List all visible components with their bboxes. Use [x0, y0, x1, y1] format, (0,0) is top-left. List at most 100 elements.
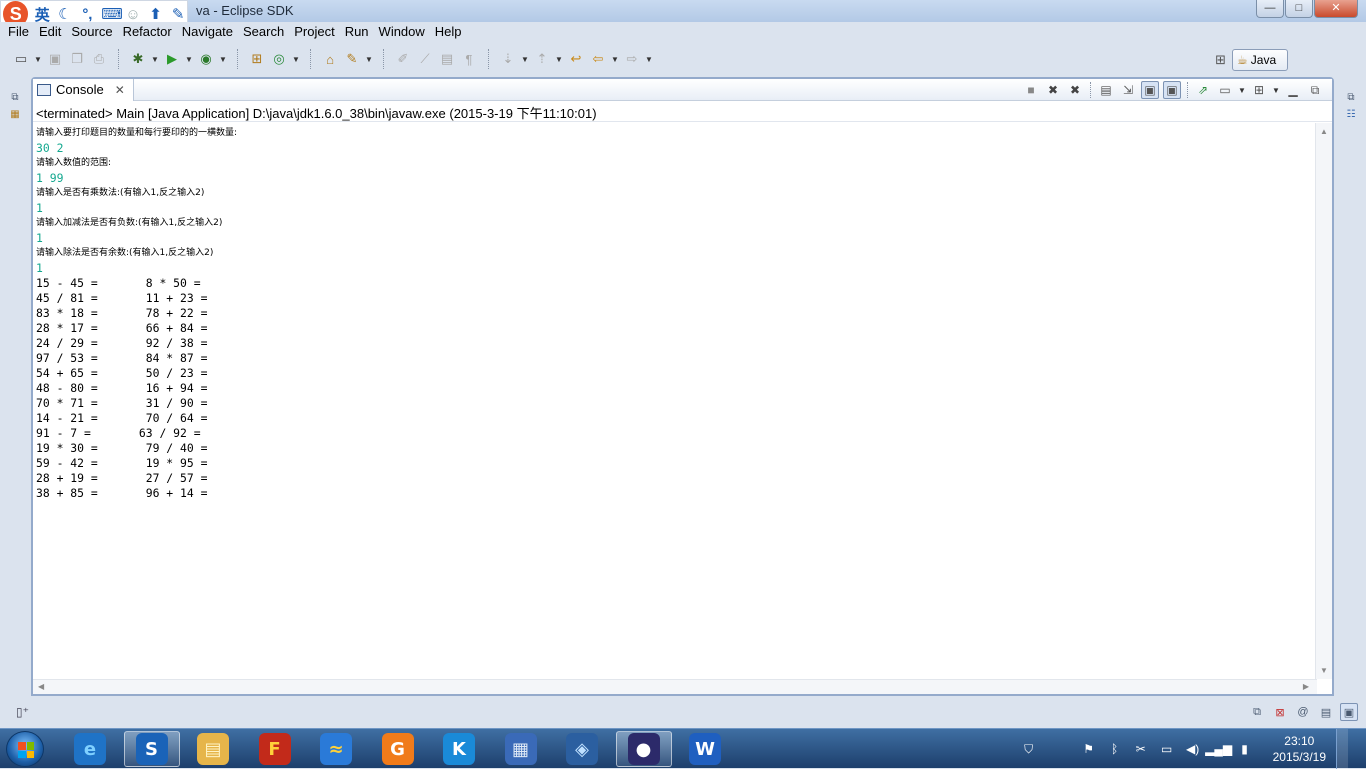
save-all-icon[interactable]: ❐ — [68, 50, 86, 68]
show-on-stdout-icon[interactable]: ▣ — [1141, 81, 1159, 99]
monitor-icon[interactable]: ▭ — [1159, 741, 1175, 757]
taskbar-app-kugou[interactable]: K — [431, 731, 487, 767]
display-console-dropdown[interactable]: ▼ — [1238, 86, 1246, 95]
javadoc-icon[interactable]: @ — [1294, 703, 1312, 721]
battery-icon[interactable]: ▮ — [1237, 741, 1253, 757]
horizontal-scrollbar[interactable]: ◀ ▶ — [33, 679, 1317, 694]
search-dropdown[interactable]: ▼ — [365, 55, 373, 64]
user-icon[interactable]: ☺ — [124, 6, 142, 23]
print-icon[interactable]: ⎙ — [90, 50, 108, 68]
remove-launch-icon[interactable]: ✖ — [1044, 81, 1062, 99]
java-perspective-button[interactable]: ☕ Java — [1232, 49, 1288, 71]
clock[interactable]: 23:10 2015/3/19 — [1273, 733, 1326, 765]
debug-icon[interactable]: ✱ — [129, 50, 147, 68]
restore-icon[interactable]: ⧉ — [1248, 703, 1266, 721]
back-icon[interactable]: ⇦ — [589, 50, 607, 68]
menu-source[interactable]: Source — [66, 22, 117, 42]
forward-icon[interactable]: ⇨ — [623, 50, 641, 68]
taskbar-app-media-app[interactable]: ▦ — [493, 731, 549, 767]
package-explorer-icon[interactable]: ▦ — [10, 109, 19, 120]
menu-search[interactable]: Search — [238, 22, 289, 42]
toggle-mark-icon[interactable]: ✐ — [394, 50, 412, 68]
menu-refactor[interactable]: Refactor — [118, 22, 177, 42]
clear-console-icon[interactable]: ▤ — [1097, 81, 1115, 99]
prev-annotation-dropdown[interactable]: ▼ — [555, 55, 563, 64]
punctuation-icon[interactable]: °, — [79, 6, 97, 23]
menu-file[interactable]: File — [3, 22, 34, 42]
skin-icon[interactable]: ⬆ — [147, 5, 165, 23]
scroll-up-icon[interactable]: ▲ — [1320, 127, 1328, 136]
tab-close-icon[interactable]: ✕ — [115, 83, 125, 97]
bluetooth-icon[interactable]: ᛒ — [1107, 741, 1123, 757]
prev-annotation-icon[interactable]: ⇡ — [533, 50, 551, 68]
taskbar-app-sogou[interactable]: S — [123, 731, 180, 767]
open-perspective-icon[interactable]: ⊞ — [1215, 52, 1226, 68]
declaration-icon[interactable]: ▤ — [1317, 703, 1335, 721]
search-icon[interactable]: ✎ — [343, 50, 361, 68]
scroll-down-icon[interactable]: ▼ — [1320, 666, 1328, 675]
display-console-icon[interactable]: ▭ — [1216, 81, 1234, 99]
moon-icon[interactable]: ☾ — [56, 5, 74, 23]
taskbar-app-network-app[interactable]: ◈ — [554, 731, 610, 767]
debug-dropdown[interactable]: ▼ — [151, 55, 159, 64]
minimize-button[interactable]: — — [1256, 0, 1284, 18]
menu-window[interactable]: Window — [374, 22, 430, 42]
taskbar-app-wps-writer[interactable]: W — [677, 731, 733, 767]
minimize-view-icon[interactable]: ▁ — [1284, 81, 1302, 99]
open-type-icon[interactable]: ⌂ — [321, 50, 339, 68]
last-edit-icon[interactable]: ↩ — [567, 50, 585, 68]
scroll-lock-icon[interactable]: ⇲ — [1119, 81, 1137, 99]
open-console-dropdown[interactable]: ▼ — [1272, 86, 1280, 95]
next-annotation-dropdown[interactable]: ▼ — [521, 55, 529, 64]
taskbar-app-internet-explorer[interactable]: e — [62, 731, 118, 767]
start-button[interactable] — [6, 731, 44, 767]
run-icon[interactable]: ▶ — [163, 50, 181, 68]
close-button[interactable]: ✕ — [1314, 0, 1358, 18]
tools-icon[interactable]: ✎ — [169, 5, 187, 23]
external-tools-dropdown[interactable]: ▼ — [219, 55, 227, 64]
new-dropdown[interactable]: ▼ — [34, 55, 42, 64]
tab-console[interactable]: Console ✕ — [33, 78, 134, 101]
forward-dropdown[interactable]: ▼ — [645, 55, 653, 64]
block-select-icon[interactable]: ▤ — [438, 50, 456, 68]
new-class-dropdown[interactable]: ▼ — [292, 55, 300, 64]
show-on-stderr-icon[interactable]: ▣ — [1163, 81, 1181, 99]
flag-icon[interactable]: ⚑ — [1081, 741, 1097, 757]
menu-run[interactable]: Run — [340, 22, 374, 42]
menu-project[interactable]: Project — [289, 22, 339, 42]
problems-icon[interactable]: ⊠ — [1271, 703, 1289, 721]
show-desktop-button[interactable] — [1336, 729, 1348, 769]
tools-icon[interactable]: ✂ — [1133, 741, 1149, 757]
console-trim-icon[interactable]: ▣ — [1340, 703, 1358, 721]
scroll-right-icon[interactable]: ▶ — [1303, 682, 1309, 691]
outline-icon[interactable]: ☷ — [1347, 109, 1356, 120]
security-shield-icon[interactable]: ⛉ — [1021, 741, 1037, 757]
scroll-left-icon[interactable]: ◀ — [38, 682, 44, 691]
pin-console-icon[interactable]: ⇗ — [1194, 81, 1212, 99]
new-package-icon[interactable]: ⊞ — [248, 50, 266, 68]
taskbar-app-thunder[interactable]: ≈ — [308, 731, 364, 767]
menu-help[interactable]: Help — [430, 22, 467, 42]
menu-edit[interactable]: Edit — [34, 22, 66, 42]
open-console-icon[interactable]: ⊞ — [1250, 81, 1268, 99]
back-dropdown[interactable]: ▼ — [611, 55, 619, 64]
new-icon[interactable]: ▭ — [12, 50, 30, 68]
show-whitespace-icon[interactable]: ¶ — [460, 50, 478, 68]
maximize-button[interactable]: □ — [1285, 0, 1313, 18]
taskbar-app-pdf-reader[interactable]: G — [370, 731, 426, 767]
save-icon[interactable]: ▣ — [46, 50, 64, 68]
run-dropdown[interactable]: ▼ — [185, 55, 193, 64]
volume-icon[interactable]: ◀) — [1185, 741, 1201, 757]
new-class-icon[interactable]: ◎ — [270, 50, 288, 68]
restore-icon[interactable]: ⧉ — [1347, 92, 1354, 103]
external-tools-icon[interactable]: ◉ — [197, 50, 215, 68]
console-output[interactable]: 请输入要打印题目的数量和每行要印的的一横数量: 30 2 请输入数值的范围: 1 99… — [33, 123, 1317, 679]
taskbar-app-eclipse[interactable]: ● — [615, 731, 672, 767]
taskbar-app-file-explorer[interactable]: ▤ — [185, 731, 241, 767]
maximize-view-icon[interactable]: ⧉ — [1306, 81, 1324, 99]
next-annotation-icon[interactable]: ⇣ — [499, 50, 517, 68]
terminate-icon[interactable]: ■ — [1022, 81, 1040, 99]
taskbar-app-game-app[interactable]: F — [247, 731, 303, 767]
keyboard-icon[interactable]: ⌨ — [101, 5, 123, 23]
menu-navigate[interactable]: Navigate — [177, 22, 238, 42]
